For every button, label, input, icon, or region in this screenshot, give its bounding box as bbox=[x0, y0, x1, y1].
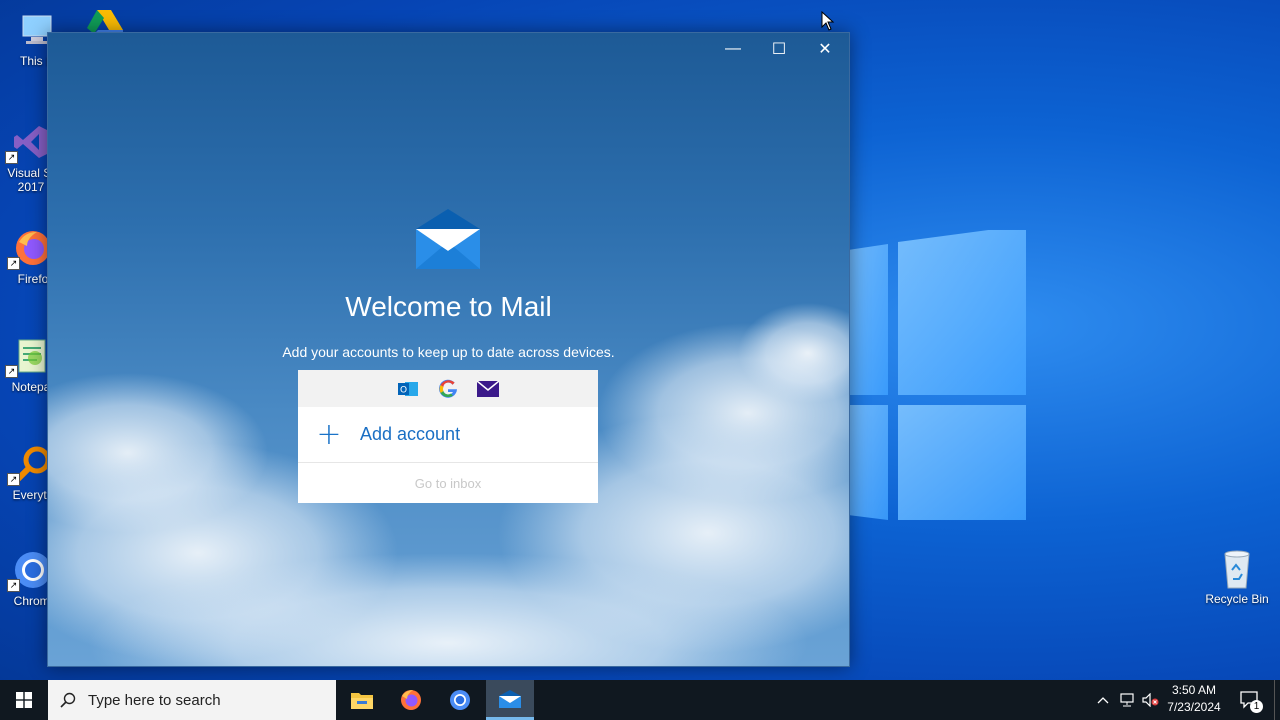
chromium-icon bbox=[450, 690, 470, 710]
firefox-icon bbox=[401, 690, 421, 710]
page-subtitle: Add your accounts to keep up to date acr… bbox=[282, 344, 615, 360]
mail-window[interactable]: — ☐ ✕ Welcome to Mail Add your accounts … bbox=[47, 32, 850, 667]
mail-app-icon bbox=[416, 209, 480, 269]
windows-start-icon bbox=[16, 692, 32, 708]
close-button[interactable]: ✕ bbox=[802, 33, 848, 65]
minimize-button[interactable]: — bbox=[710, 33, 756, 65]
show-hidden-icons-button[interactable] bbox=[1092, 680, 1114, 720]
maximize-button[interactable]: ☐ bbox=[756, 33, 802, 65]
svg-text:O: O bbox=[400, 385, 407, 395]
mail-envelope-icon bbox=[477, 378, 499, 400]
shortcut-arrow-icon: ↗ bbox=[5, 365, 18, 378]
chevron-up-icon bbox=[1097, 697, 1109, 704]
show-desktop-button[interactable] bbox=[1274, 680, 1280, 720]
add-account-label: Add account bbox=[360, 424, 461, 444]
taskbar-firefox[interactable] bbox=[387, 680, 435, 720]
desktop-icon-label: Recycle Bin bbox=[1205, 592, 1269, 606]
taskbar-search-box[interactable]: Type here to search bbox=[48, 680, 336, 720]
volume-button[interactable] bbox=[1140, 680, 1162, 720]
taskbar-file-explorer[interactable] bbox=[338, 680, 386, 720]
visual-studio-icon: ↗ bbox=[5, 122, 51, 164]
search-icon bbox=[48, 692, 88, 708]
shortcut-arrow-icon: ↗ bbox=[7, 473, 20, 486]
shortcut-arrow-icon: ↗ bbox=[7, 257, 20, 270]
shortcut-arrow-icon: ↗ bbox=[5, 151, 18, 164]
shortcut-arrow-icon: ↗ bbox=[7, 579, 20, 592]
notepad-icon: ↗ bbox=[5, 336, 51, 378]
recycle-bin-icon bbox=[1217, 548, 1257, 589]
network-icon bbox=[1120, 693, 1134, 707]
start-button[interactable] bbox=[0, 680, 48, 720]
file-explorer-icon bbox=[351, 693, 373, 709]
account-card: O + Add account Go to inbox bbox=[298, 370, 598, 503]
go-to-inbox-button[interactable]: Go to inbox bbox=[298, 463, 598, 503]
action-center-button[interactable]: 1 bbox=[1236, 680, 1264, 720]
add-account-button[interactable]: + Add account bbox=[298, 407, 598, 463]
clock-date: 7/23/2024 bbox=[1167, 700, 1221, 714]
outlook-icon: O bbox=[397, 378, 419, 400]
google-icon bbox=[437, 378, 459, 400]
taskbar-mail[interactable] bbox=[486, 680, 534, 720]
mouse-cursor-icon bbox=[821, 11, 835, 31]
provider-strip: O bbox=[298, 370, 598, 407]
mail-icon bbox=[499, 689, 521, 708]
taskbar-chromium[interactable] bbox=[436, 680, 484, 720]
taskbar: Type here to search 3:50 AM 7/23/2024 1 bbox=[0, 680, 1280, 720]
network-button[interactable] bbox=[1116, 680, 1138, 720]
notification-count-badge: 1 bbox=[1250, 700, 1263, 713]
taskbar-clock[interactable]: 3:50 AM 7/23/2024 bbox=[1160, 682, 1228, 716]
windows-wallpaper-logo bbox=[848, 230, 1026, 520]
page-title: Welcome to Mail bbox=[345, 291, 552, 322]
plus-icon: + bbox=[316, 417, 342, 452]
desktop-icon-recycle-bin[interactable]: Recycle Bin bbox=[1202, 548, 1272, 606]
search-placeholder: Type here to search bbox=[88, 691, 221, 709]
clock-time: 3:50 AM bbox=[1171, 683, 1217, 697]
volume-muted-icon bbox=[1142, 693, 1159, 707]
